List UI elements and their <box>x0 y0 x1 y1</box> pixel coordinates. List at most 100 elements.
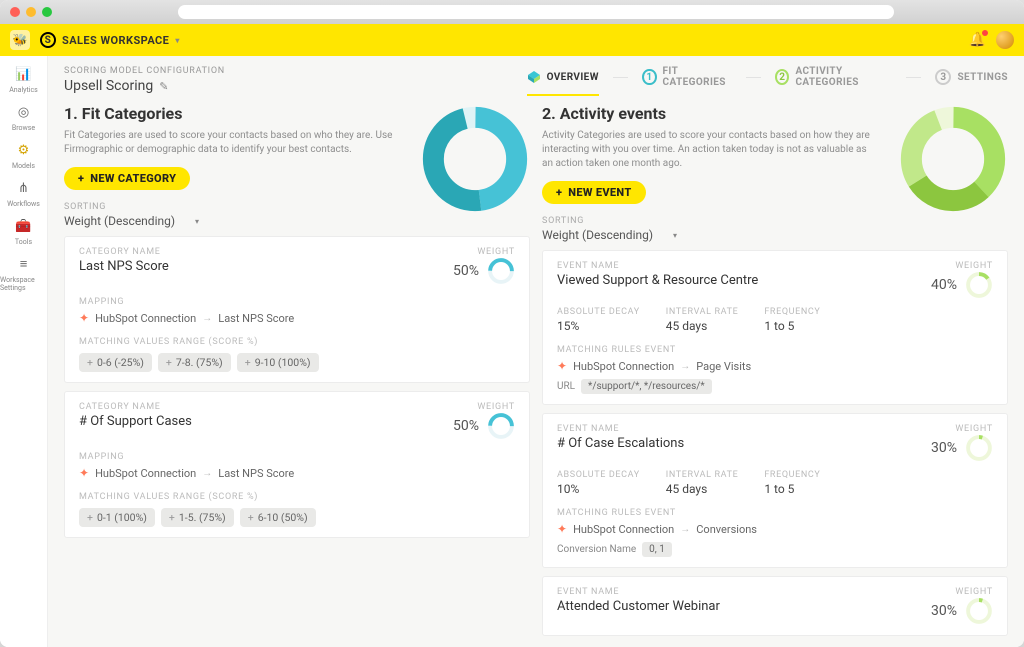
window-minimize[interactable] <box>26 7 36 17</box>
nav-label: Tools <box>15 238 32 246</box>
separator <box>906 77 922 78</box>
url-filter[interactable]: */support/*, */resources/* <box>581 379 712 394</box>
section-title: 1. Fit Categories <box>64 104 410 123</box>
connector-name: HubSpot Connection <box>95 467 196 480</box>
label: EVENT NAME <box>557 261 931 271</box>
activity-column: 2. Activity events Activity Categories a… <box>536 104 1014 647</box>
arrow-right-icon: → <box>680 361 690 372</box>
cube-icon <box>527 70 541 84</box>
nav-models[interactable]: ⚙Models <box>12 140 35 170</box>
browser-chrome <box>0 0 1024 24</box>
sort-select[interactable]: Weight (Descending) ▾ <box>542 228 888 242</box>
nav-label: Workspace Settings <box>0 276 47 292</box>
fit-category-card[interactable]: CATEGORY NAME # Of Support Cases WEIGHT … <box>64 391 530 538</box>
range-chip[interactable]: 6-10 (50%) <box>240 508 316 527</box>
hubspot-icon: ✦ <box>79 466 89 480</box>
fit-category-card[interactable]: CATEGORY NAME Last NPS Score WEIGHT 50% … <box>64 236 530 383</box>
label: WEIGHT <box>955 587 993 597</box>
mapping-target: Last NPS Score <box>218 467 294 480</box>
tab-fit-categories[interactable]: 1 FIT CATEGORIES <box>642 66 731 88</box>
activity-event-card[interactable]: EVENT NAME # Of Case Escalations WEIGHT … <box>542 413 1008 568</box>
label: INTERVAL RATE <box>666 307 739 317</box>
label: CATEGORY NAME <box>79 247 453 257</box>
label: URL <box>557 381 575 392</box>
conversion-value[interactable]: 0, 1 <box>642 542 672 557</box>
sort-value: Weight (Descending) <box>64 214 175 228</box>
app-logo-icon[interactable]: 🐝 <box>10 30 30 50</box>
section-description: Fit Categories are used to score your co… <box>64 129 394 157</box>
tab-label: FIT CATEGORIES <box>663 66 732 88</box>
sort-value: Weight (Descending) <box>542 228 653 242</box>
gear-icon: ⚙ <box>13 140 33 160</box>
range-chip[interactable]: 0-1 (100%) <box>79 508 155 527</box>
button-label: NEW CATEGORY <box>90 172 176 185</box>
step-number: 3 <box>935 69 951 85</box>
weight-value: 50% <box>453 263 479 279</box>
weight-value: 30% <box>931 440 957 456</box>
nav-workflows[interactable]: ⋔ Workflows <box>7 178 40 208</box>
weight-donut-icon <box>965 271 993 299</box>
nav-label: Workflows <box>7 200 40 208</box>
tab-settings[interactable]: 3 SETTINGS <box>935 69 1008 85</box>
range-chip[interactable]: 9-10 (100%) <box>237 353 319 372</box>
step-tabs: OVERVIEW 1 FIT CATEGORIES 2 ACTIVITY CAT… <box>527 66 1008 88</box>
fit-donut-chart <box>420 104 530 214</box>
nav-tools[interactable]: 🧰Tools <box>14 216 34 246</box>
frequency-value: 1 to 5 <box>764 319 820 333</box>
window-maximize[interactable] <box>42 7 52 17</box>
range-chip[interactable]: 7-8. (75%) <box>158 353 231 372</box>
workspace-selector[interactable]: S SALES WORKSPACE ▾ <box>40 32 180 48</box>
connector-name: HubSpot Connection <box>573 523 674 536</box>
tab-label: SETTINGS <box>957 72 1008 83</box>
hubspot-icon: ✦ <box>79 311 89 325</box>
window-close[interactable] <box>10 7 20 17</box>
sort-select[interactable]: Weight (Descending) ▾ <box>64 214 410 228</box>
label: MATCHING RULES EVENT <box>557 508 993 518</box>
label: FREQUENCY <box>764 470 820 480</box>
fit-column: 1. Fit Categories Fit Categories are use… <box>58 104 536 647</box>
edit-icon[interactable]: ✎ <box>159 80 168 93</box>
label: ABSOLUTE DECAY <box>557 470 640 480</box>
hubspot-icon: ✦ <box>557 359 567 373</box>
range-chip[interactable]: 0-6 (-25%) <box>79 353 152 372</box>
rule-target: Conversions <box>696 523 757 536</box>
avatar[interactable] <box>996 31 1014 49</box>
step-number: 2 <box>775 69 789 85</box>
sort-label: SORTING <box>64 202 410 212</box>
arrow-right-icon: → <box>680 524 690 535</box>
url-bar[interactable] <box>178 5 894 19</box>
label: EVENT NAME <box>557 424 931 434</box>
notifications-icon[interactable]: 🔔 <box>969 32 986 48</box>
chevron-down-icon: ▾ <box>673 231 677 240</box>
nav-workspace-settings[interactable]: ≡Workspace Settings <box>0 254 47 292</box>
section-title: 2. Activity events <box>542 104 888 123</box>
new-event-button[interactable]: NEW EVENT <box>542 181 646 204</box>
label: EVENT NAME <box>557 587 931 597</box>
compass-icon: ◎ <box>14 102 34 122</box>
label: ABSOLUTE DECAY <box>557 307 640 317</box>
tab-activity-categories[interactable]: 2 ACTIVITY CATEGORIES <box>775 66 892 88</box>
activity-donut-chart <box>898 104 1008 214</box>
range-chip[interactable]: 1-5. (75%) <box>161 508 234 527</box>
model-title: Upsell Scoring <box>64 78 153 94</box>
tab-label: OVERVIEW <box>547 72 599 83</box>
chevron-down-icon: ▾ <box>175 36 179 45</box>
category-name: # Of Support Cases <box>79 414 453 429</box>
flow-icon: ⋔ <box>13 178 33 198</box>
new-category-button[interactable]: NEW CATEGORY <box>64 167 190 190</box>
event-name: Viewed Support & Resource Centre <box>557 273 931 288</box>
decay-value: 15% <box>557 319 640 333</box>
hubspot-icon: ✦ <box>557 522 567 536</box>
label: MAPPING <box>79 297 515 307</box>
nav-label: Analytics <box>9 86 38 94</box>
activity-event-card[interactable]: EVENT NAME Attended Customer Webinar WEI… <box>542 576 1008 636</box>
label: WEIGHT <box>955 261 993 271</box>
nav-analytics[interactable]: 📊Analytics <box>9 64 38 94</box>
activity-event-card[interactable]: EVENT NAME Viewed Support & Resource Cen… <box>542 250 1008 405</box>
nav-browse[interactable]: ◎Browse <box>12 102 35 132</box>
connector-name: HubSpot Connection <box>573 360 674 373</box>
tab-overview[interactable]: OVERVIEW <box>527 70 599 84</box>
separator <box>746 77 762 78</box>
weight-value: 40% <box>931 277 957 293</box>
rule-target: Page Visits <box>696 360 751 373</box>
